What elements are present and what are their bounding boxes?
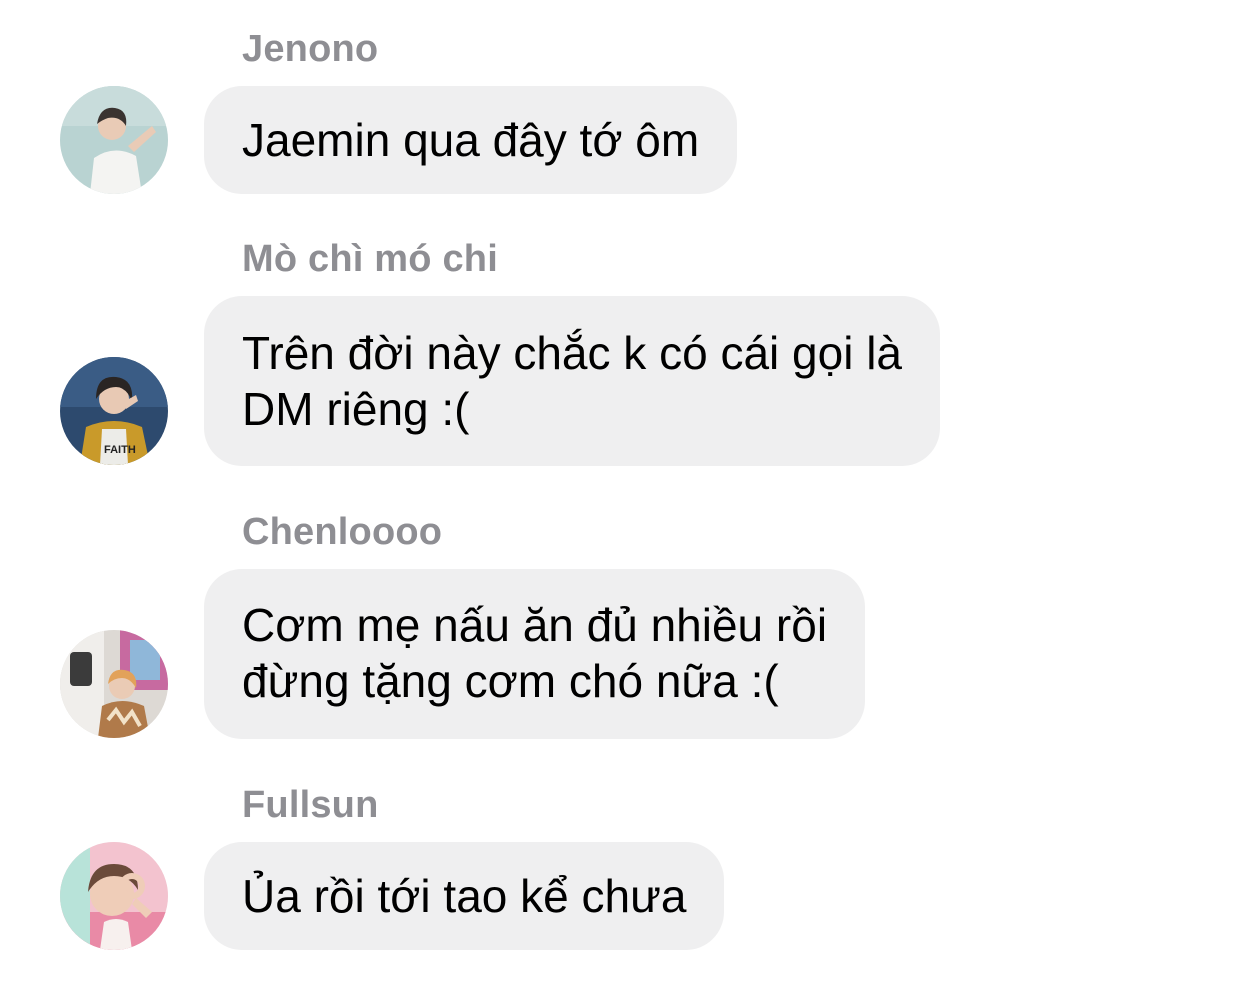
message-text-line: Trên đời này chắc k có cái gọi là [242, 327, 902, 379]
profile-photo-avatar-icon [60, 842, 168, 950]
sender-name: Mò chì mó chi [242, 238, 498, 280]
chat-thread: Jenono Jaemin qua đây tớ ôm Mò chì mó ch… [0, 0, 1242, 986]
message-bubble[interactable]: Cơm mẹ nấu ăn đủ nhiều rồi đừng tặng cơm… [204, 569, 866, 739]
message-bubble[interactable]: Ủa rồi tới tao kể chưa [204, 842, 725, 950]
sender-name: Fullsun [242, 784, 379, 826]
avatar[interactable]: FAITH [60, 357, 168, 465]
avatar[interactable] [60, 86, 168, 194]
sender-name: Chenloooo [242, 511, 443, 553]
avatar[interactable] [60, 630, 168, 738]
message-text: Jaemin qua đây tớ ôm [242, 114, 700, 166]
profile-photo-avatar-icon [60, 630, 168, 738]
message-text-line: đừng tặng cơm chó nữa :( [242, 655, 779, 707]
profile-photo-avatar-icon: FAITH [60, 357, 168, 465]
avatar[interactable] [60, 842, 168, 950]
svg-text:FAITH: FAITH [104, 444, 136, 456]
message-text-line: Cơm mẹ nấu ăn đủ nhiều rồi [242, 599, 828, 651]
sender-name: Jenono [242, 28, 379, 70]
message-text-line: DM riêng :( [242, 383, 470, 435]
message-text: Ủa rồi tới tao kể chưa [242, 870, 687, 922]
message-bubble[interactable]: Trên đời này chắc k có cái gọi là DM riê… [204, 296, 940, 466]
message-bubble[interactable]: Jaemin qua đây tớ ôm [204, 86, 738, 194]
profile-photo-avatar-icon [60, 86, 168, 194]
